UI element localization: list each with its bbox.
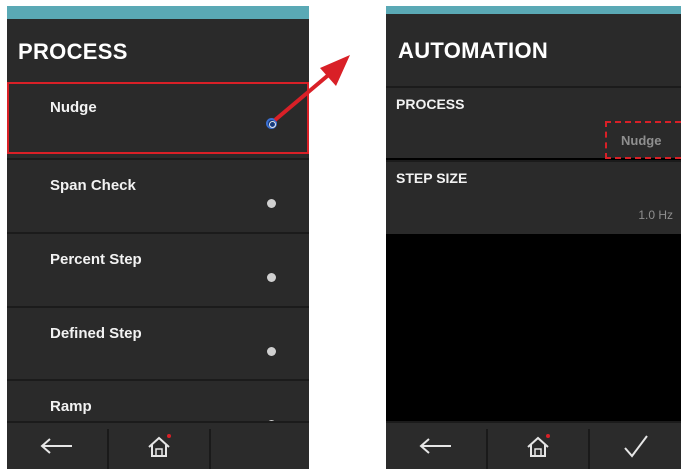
step-size-setting[interactable]: STEP SIZE 1.0 Hz [386,160,681,234]
back-button[interactable] [386,423,486,469]
accent-bar [386,6,681,14]
page-title: AUTOMATION [398,38,549,63]
setting-label: PROCESS [396,96,465,112]
nav-bar [386,421,681,469]
home-button[interactable] [488,423,588,469]
automation-screen: AUTOMATION PROCESS Nudge STEP SIZE 1.0 H… [386,6,681,469]
header: AUTOMATION [386,14,681,86]
home-icon [527,434,550,457]
setting-value: Nudge [621,133,662,148]
process-setting[interactable]: PROCESS Nudge [386,86,681,159]
setting-value: 1.0 Hz [638,208,673,222]
back-arrow-icon [419,438,451,454]
checkmark-icon [623,435,648,458]
confirm-button[interactable] [590,423,681,469]
setting-label: STEP SIZE [396,170,468,186]
highlight-box: Nudge [605,121,681,159]
